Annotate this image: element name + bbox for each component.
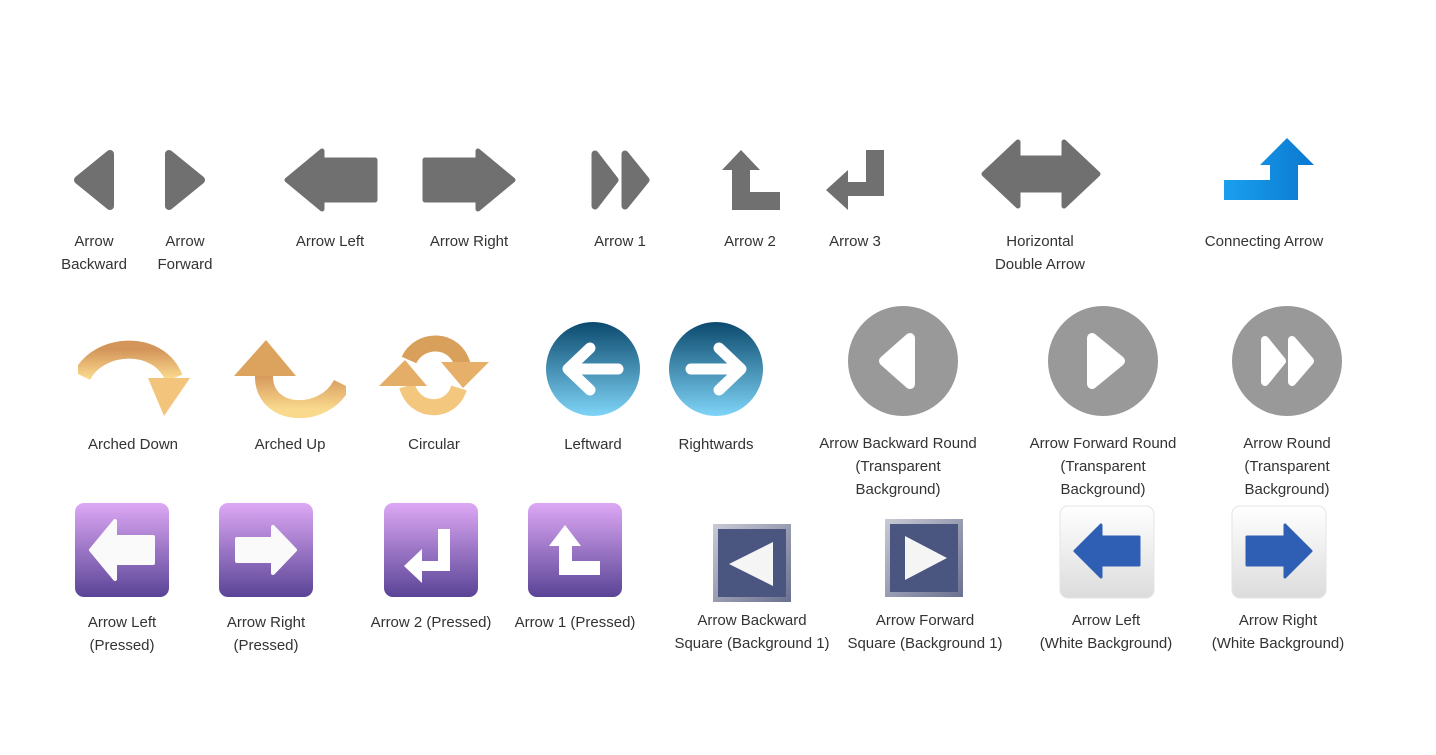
pressed-return-icon[interactable] <box>384 503 478 597</box>
arched-down-icon[interactable] <box>78 338 190 418</box>
label-arrow-backward-round: Arrow Backward Round (Transparent Backgr… <box>819 435 977 498</box>
pressed-up-turn-icon[interactable] <box>528 503 622 597</box>
label-arrow-right-white: Arrow Right (White Background) <box>1211 612 1345 652</box>
square-backward-icon[interactable] <box>713 524 791 602</box>
double-arrow-icon[interactable] <box>981 138 1101 210</box>
forward-round-icon[interactable] <box>1048 306 1158 416</box>
pressed-right-icon[interactable] <box>219 503 313 597</box>
fast-forward-round-icon[interactable] <box>1232 306 1342 416</box>
connecting-arrow-icon[interactable] <box>1224 138 1314 200</box>
rightwards-circle-icon[interactable] <box>669 322 763 416</box>
circular-arrows-icon[interactable] <box>379 330 489 418</box>
label-arrow-backward-square: Arrow Backward Square (Background 1) <box>674 612 830 652</box>
arrow-right-icon[interactable] <box>422 148 516 212</box>
label-arrow-1-pressed: Arrow 1 (Pressed) <box>514 614 636 631</box>
up-turn-arrow-icon[interactable] <box>722 150 780 210</box>
white-left-icon[interactable] <box>1059 505 1155 599</box>
label-rightwards: Rightwards <box>678 436 754 453</box>
arched-up-icon[interactable] <box>234 338 346 418</box>
label-arrow-forward-round: Arrow Forward Round (Transparent Backgro… <box>1029 435 1177 498</box>
double-chevron-icon[interactable] <box>591 150 651 210</box>
icon-library-canvas: Arrow Backward Arrow Forward Arrow Left … <box>0 0 1436 755</box>
label-arrow-forward-square: Arrow Forward Square (Background 1) <box>847 612 1003 652</box>
arrow-forward-icon[interactable] <box>165 150 205 210</box>
label-horizontal-double-arrow: Horizontal Double Arrow <box>994 233 1086 273</box>
label-arrow-3: Arrow 3 <box>829 233 881 250</box>
arrow-left-icon[interactable] <box>284 148 378 212</box>
square-forward-icon[interactable] <box>885 519 963 597</box>
return-arrow-icon[interactable] <box>826 150 884 210</box>
label-arrow-round: Arrow Round (Transparent Background) <box>1243 435 1331 498</box>
arrow-backward-icon[interactable] <box>74 150 114 210</box>
leftward-circle-icon[interactable] <box>546 322 640 416</box>
label-arrow-left-white: Arrow Left (White Background) <box>1039 612 1173 652</box>
label-connecting-arrow: Connecting Arrow <box>1204 233 1324 250</box>
backward-round-icon[interactable] <box>848 306 958 416</box>
white-right-icon[interactable] <box>1231 505 1327 599</box>
pressed-left-icon[interactable] <box>75 503 169 597</box>
